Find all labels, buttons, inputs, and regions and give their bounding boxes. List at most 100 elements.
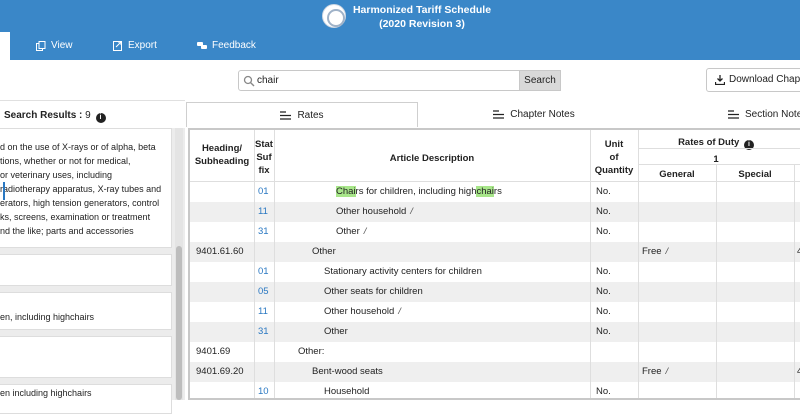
feedback-button[interactable]: Feedback: [197, 40, 256, 51]
search-field[interactable]: [238, 70, 520, 91]
copy-icon: [36, 40, 46, 51]
general-rate-cell: [642, 382, 646, 398]
search-button[interactable]: Search: [520, 70, 561, 91]
tariff-table: Heading/ Subheading Stat Suf fix Article…: [188, 128, 800, 400]
description-cell: Other /: [336, 222, 366, 242]
description-cell: Other: [312, 242, 340, 262]
search-icon: [243, 75, 255, 87]
stat-suffix-link[interactable]: 31: [258, 222, 269, 242]
description-text: Other household: [336, 206, 407, 217]
result-card[interactable]: en, including highchairs: [0, 292, 172, 330]
list-icon: [280, 110, 292, 120]
footnote-link[interactable]: /: [666, 246, 669, 257]
search-highlight: chai: [476, 186, 494, 197]
header-line: Quantity: [594, 165, 634, 176]
toolbar: View Export Feedback: [0, 32, 800, 60]
result-card[interactable]: [0, 336, 172, 378]
description-text: Other: [312, 246, 336, 257]
stat-suffix-link[interactable]: 10: [258, 382, 269, 398]
stat-suffix-link[interactable]: 01: [258, 262, 269, 282]
unit-cell: No.: [596, 326, 611, 337]
general-rate-cell: [642, 342, 646, 362]
description-cell: Bent-wood seats: [312, 362, 387, 382]
description-text: Other seats for children: [324, 286, 423, 297]
description-text: rs for children, including high: [355, 186, 477, 197]
general-rate-cell: [642, 262, 646, 282]
column-divider: [716, 164, 717, 398]
results-header: Search Results : 9 i: [0, 100, 185, 128]
tab-section-notes[interactable]: Section Notes: [680, 102, 800, 127]
tab-rates-label: Rates: [297, 109, 324, 121]
tab-rates[interactable]: Rates: [186, 102, 418, 127]
search-input[interactable]: [257, 73, 507, 88]
stat-suffix-link[interactable]: 11: [258, 202, 268, 222]
general-rate-cell: [642, 222, 646, 242]
general-rate-text: Free: [642, 246, 662, 257]
unit-column-header: Unit of Quantity: [590, 138, 638, 177]
table-row: 01 Chairs for children, including highcha…: [190, 182, 800, 202]
tab-chapter-notes[interactable]: Chapter Notes: [418, 102, 650, 127]
unit-cell: No.: [596, 266, 611, 277]
header-divider: [638, 148, 800, 149]
result-text: erators, high tension generators, contro…: [0, 198, 160, 208]
search-results-label: Search Results : 9 i: [4, 110, 106, 123]
description-text: Household: [324, 386, 370, 397]
stat-suffix-link[interactable]: 31: [258, 322, 269, 342]
export-label: Export: [128, 40, 157, 51]
table-row: 10 Household No.: [190, 382, 800, 398]
stat-suffix-column-header: Stat Suf fix: [254, 138, 274, 177]
download-icon: [715, 75, 725, 85]
unit-cell: No.: [596, 386, 611, 397]
result-card[interactable]: [0, 254, 172, 286]
header-line: Suf: [256, 152, 272, 163]
footnote-link[interactable]: /: [364, 226, 367, 237]
download-chapter-button[interactable]: Download Chapter: [706, 68, 800, 92]
search-results-text: Search Results :: [4, 110, 83, 121]
table-row: 01 Stationary activity centers for childr…: [190, 262, 800, 282]
export-button[interactable]: Export: [113, 40, 157, 51]
results-scrollbar-thumb[interactable]: [176, 246, 182, 400]
result-card[interactable]: en including highchairs: [0, 384, 172, 414]
header-line: of: [609, 152, 619, 163]
stat-suffix-link[interactable]: 05: [258, 282, 269, 302]
result-card[interactable]: d on the use of X-rays or of alpha, beta…: [0, 128, 172, 248]
footnote-link[interactable]: /: [398, 306, 401, 317]
table-row: 9401.61.60OtherFree/4: [190, 242, 800, 262]
result-text: ks, screens, examination or treatment: [0, 212, 151, 222]
footnote-link[interactable]: /: [666, 366, 669, 377]
download-label: Download Chapter: [729, 74, 800, 85]
unit-cell: No.: [596, 206, 611, 217]
description-cell: Other:: [298, 342, 328, 362]
feedback-label: Feedback: [212, 40, 256, 51]
stat-suffix-link[interactable]: 01: [258, 182, 269, 202]
header-line: Heading/: [201, 143, 243, 154]
description-column-header: Article Description: [389, 153, 475, 164]
info-icon[interactable]: i: [95, 113, 106, 123]
header-line: Unit: [604, 139, 624, 150]
search-results-count: 9: [85, 110, 91, 121]
general-rate-cell: [642, 322, 646, 342]
result-text: or veterinary uses, including: [0, 170, 113, 180]
result-text: radiotherapy apparatus, X-ray tubes and: [0, 184, 162, 194]
view-button[interactable]: View: [36, 40, 73, 51]
result-text: en, including highchairs: [0, 312, 95, 322]
table-row: 11 Other household / No.: [190, 202, 800, 222]
app-header: Harmonized Tariff Schedule (2020 Revisio…: [0, 0, 800, 32]
unit-cell: No.: [596, 306, 611, 317]
column-divider: [254, 130, 255, 398]
description-cell: Chairs for children, including highchair…: [336, 182, 506, 202]
column-divider: [274, 130, 275, 398]
result-text: nd the like; parts and accessories: [0, 226, 134, 236]
list-icon: [493, 110, 505, 119]
description-cell: Household: [324, 382, 373, 398]
description-cell: Stationary activity centers for children: [324, 262, 486, 282]
app-subtitle: (2020 Revision 3): [379, 18, 465, 30]
description-cell: Other seats for children: [324, 282, 427, 302]
table-row: 05 Other seats for children No.: [190, 282, 800, 302]
stat-suffix-link[interactable]: 11: [258, 302, 268, 322]
general-rate-cell: [642, 182, 646, 202]
description-cell: Other household /: [324, 302, 401, 322]
description-text: Other: [336, 226, 360, 237]
footnote-link[interactable]: /: [410, 206, 413, 217]
heading-column-header: Heading/ Subheading: [190, 142, 254, 168]
